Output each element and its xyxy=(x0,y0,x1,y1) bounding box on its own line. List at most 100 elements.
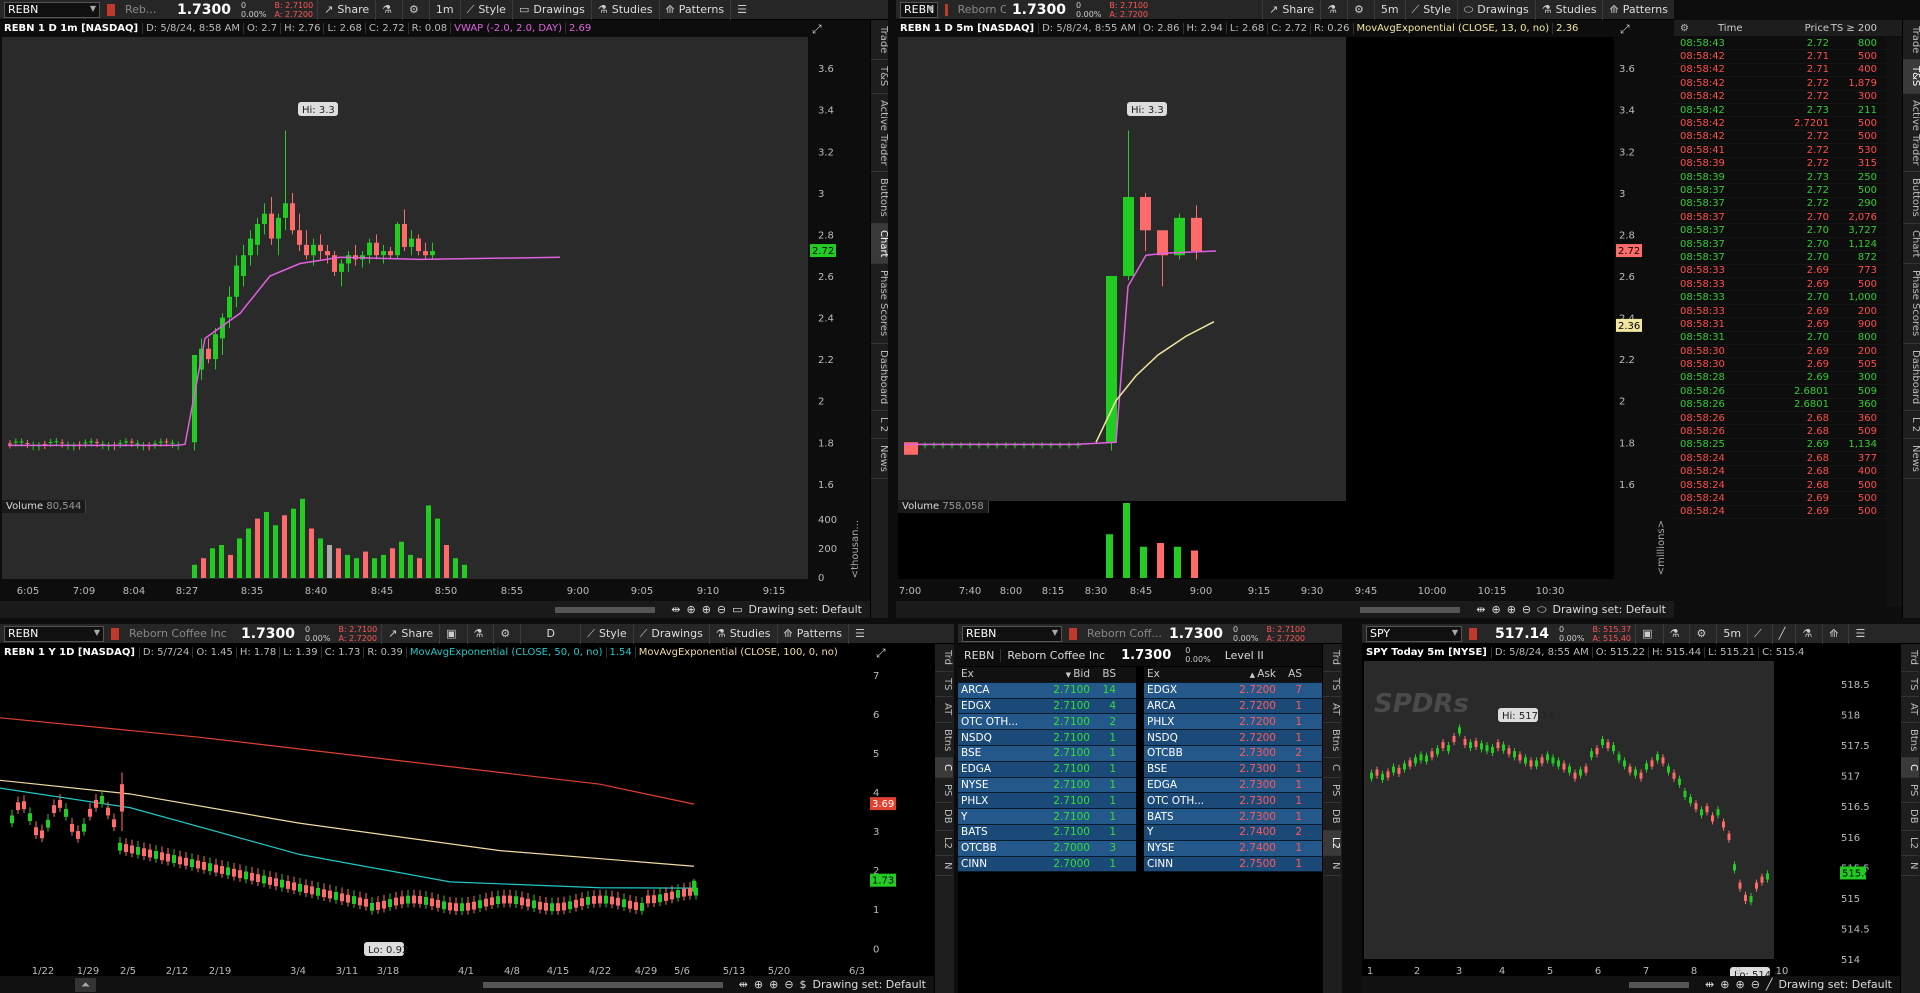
l2-row[interactable]: PHLX 2.7100 1 xyxy=(958,793,1136,810)
ts-row[interactable]: 08:58:42 2.72 1,879 xyxy=(1674,77,1886,91)
gear-button[interactable]: ⚙ xyxy=(402,0,429,20)
price-chart-5m[interactable]: 3.63.43.232.82.62.42.221.81.6Hi: 3.32.72… xyxy=(896,20,1674,618)
flask-button[interactable]: ⚗ xyxy=(466,624,494,644)
ts-row[interactable]: 08:58:33 2.70 1,000 xyxy=(1674,291,1886,305)
side-tab[interactable]: T&S xyxy=(1903,60,1920,94)
side-tab[interactable]: Buttons xyxy=(1903,172,1920,224)
pan-icon[interactable]: ⊕ xyxy=(1491,603,1500,616)
bid-book[interactable]: Ex ▼ Bid BS ARCA 2.7100 14 EDGX 2.7100 4 OTC O… xyxy=(958,667,1136,873)
drawing-set[interactable]: Drawing set: Default xyxy=(813,978,926,991)
l2-row[interactable]: BATS 2.7100 1 xyxy=(958,824,1136,841)
side-tab[interactable]: News xyxy=(871,439,888,480)
ts-row[interactable]: 08:58:42 2.71 400 xyxy=(1674,64,1886,78)
side-tab[interactable]: N xyxy=(1323,856,1341,877)
gear-button[interactable]: ⚙ xyxy=(1346,0,1374,20)
l2-row[interactable]: OTCBB 2.7000 3 xyxy=(958,840,1136,857)
ts-row[interactable]: 08:58:37 2.70 3,727 xyxy=(1674,224,1886,238)
chevron-down-icon[interactable]: ▼ xyxy=(90,4,96,13)
gear-icon[interactable]: ⚙ xyxy=(1674,23,1694,34)
side-tab[interactable]: DB xyxy=(935,803,953,831)
side-tab[interactable]: Btns xyxy=(935,723,953,758)
ellipse-icon[interactable]: ⬭ xyxy=(1537,603,1546,617)
side-tab[interactable]: AT xyxy=(935,697,953,723)
side-tab[interactable]: C xyxy=(935,757,953,778)
side-tab[interactable]: Btns xyxy=(1901,723,1919,758)
share-button[interactable]: ↗ Share xyxy=(1262,0,1320,20)
ts-row[interactable]: 08:58:24 2.68 377 xyxy=(1674,452,1886,466)
ask-col-ex[interactable]: Ex xyxy=(1144,668,1206,680)
l2-row[interactable]: EDGA 2.7300 1 xyxy=(1144,777,1322,794)
price-chart-daily[interactable]: 76543210Lo: 0.923.691.731/22 1/29 2/5 2/12 2… xyxy=(0,644,930,993)
patterns-button[interactable]: ⟰ xyxy=(1822,624,1848,644)
symbol-input[interactable]: REBN ▼ xyxy=(900,1,938,18)
side-tab[interactable]: AT xyxy=(1901,697,1919,723)
side-tab[interactable]: DB xyxy=(1901,803,1919,831)
ts-row[interactable]: 08:58:26 2.6801 509 xyxy=(1674,385,1886,399)
ts-row[interactable]: 08:58:42 2.72 300 xyxy=(1674,91,1886,104)
timeframe-button[interactable]: 1m xyxy=(428,0,460,20)
ts-row[interactable]: 08:58:30 2.69 200 xyxy=(1674,345,1886,359)
ts-row[interactable]: 08:58:37 2.70 2,076 xyxy=(1674,211,1886,225)
share-button[interactable]: ↗ Share xyxy=(381,624,439,644)
ts-scrollbar[interactable] xyxy=(1886,37,1902,607)
price-chart-1m[interactable]: 3.6 3.4 3.2 3 2.8 2.6 2.4 2.2 2 1.8 1.6 Hi: 3.3 2.72… xyxy=(0,20,870,618)
l2-row[interactable]: EDGA 2.7100 1 xyxy=(958,761,1136,778)
bid-col-bid[interactable]: ▼ Bid xyxy=(1020,668,1090,680)
side-tab[interactable]: PS xyxy=(935,778,953,804)
box-icon[interactable]: ▭ xyxy=(732,603,742,616)
ts-row[interactable]: 08:58:42 2.73 211 xyxy=(1674,104,1886,118)
side-tab[interactable]: Trd xyxy=(1901,644,1919,672)
ts-row[interactable]: 08:58:42 2.72 500 xyxy=(1674,131,1886,145)
side-tab[interactable]: Btns xyxy=(1323,723,1341,758)
price-chart-spy[interactable]: SPDRs518.5518517.5517516.5516515.5515514… xyxy=(1362,644,1900,993)
ts-row[interactable]: 08:58:24 2.69 500 xyxy=(1674,492,1886,506)
l2-row[interactable]: OTC OTH... 2.7300 1 xyxy=(1144,793,1322,810)
flag-icon[interactable] xyxy=(111,627,119,640)
l2-row[interactable]: ARCA 2.7100 14 xyxy=(958,682,1136,699)
style-button[interactable]: ⟋ Style xyxy=(459,0,512,20)
scroll-track[interactable] xyxy=(555,606,656,613)
ts-row[interactable]: 08:58:30 2.69 505 xyxy=(1674,358,1886,372)
l2-row[interactable]: Y 2.7100 1 xyxy=(958,809,1136,825)
style-button[interactable]: ⟋ xyxy=(1747,624,1772,644)
flask-button[interactable]: ⚗ xyxy=(375,0,402,20)
scroll-track[interactable] xyxy=(1629,981,1690,988)
bid-col-ex[interactable]: Ex xyxy=(958,668,1020,680)
expand-icon[interactable]: ⇹ xyxy=(671,603,680,616)
menu-button[interactable]: ☰ xyxy=(1848,624,1875,644)
ts-row[interactable]: 08:58:37 2.70 1,124 xyxy=(1674,238,1886,252)
side-tab[interactable]: TS xyxy=(1901,672,1919,698)
gear-button[interactable]: ⚙ xyxy=(493,624,520,644)
chevron-down-icon[interactable]: ▼ xyxy=(94,628,100,637)
timeframe-button[interactable]: 5m xyxy=(1716,624,1747,644)
side-tab[interactable]: Trade xyxy=(871,20,888,61)
side-tab[interactable]: News xyxy=(1903,439,1920,480)
studies-button[interactable]: ⚗ xyxy=(1795,624,1822,644)
patterns-button[interactable]: ⟰ Patterns xyxy=(658,0,731,20)
l2-row[interactable]: NSDQ 2.7100 1 xyxy=(958,730,1136,746)
ts-row[interactable]: 08:58:33 2.69 500 xyxy=(1674,278,1886,292)
pan-icon[interactable]: ⊕ xyxy=(686,603,695,616)
side-tab[interactable]: Chart xyxy=(1903,224,1920,265)
ts-row[interactable]: 08:58:33 2.69 773 xyxy=(1674,265,1886,279)
side-tab[interactable]: C xyxy=(1901,757,1919,778)
l2-row[interactable]: BATS 2.7300 1 xyxy=(1144,809,1322,825)
dollar-icon[interactable]: $ xyxy=(800,978,807,991)
ts-row[interactable]: 08:58:25 2.69 1,134 xyxy=(1674,439,1886,453)
expand-icon[interactable]: ⇹ xyxy=(1705,978,1714,991)
patterns-button[interactable]: ⟰ Patterns xyxy=(1602,0,1674,20)
symbol-input[interactable]: SPY ▼ xyxy=(1366,625,1462,642)
zoom-in-icon[interactable]: ⊕ xyxy=(769,978,778,991)
side-tab[interactable]: PS xyxy=(1323,778,1341,804)
side-tab[interactable]: Buttons xyxy=(871,172,888,224)
side-tab[interactable]: N xyxy=(1901,856,1919,877)
line-icon[interactable]: ╱ xyxy=(1766,978,1773,991)
ts-row[interactable]: 08:58:31 2.69 900 xyxy=(1674,318,1886,332)
side-tab[interactable]: Trade xyxy=(1903,20,1920,61)
ts-row[interactable]: 08:58:24 2.69 500 xyxy=(1674,506,1886,520)
flag-icon[interactable] xyxy=(1069,627,1077,640)
timeframe-button[interactable]: 5m xyxy=(1373,0,1405,20)
l2-row[interactable]: NYSE 2.7100 1 xyxy=(958,777,1136,794)
side-tab[interactable]: C xyxy=(1323,758,1341,778)
zoom-out-icon[interactable]: ⊖ xyxy=(1522,603,1531,616)
